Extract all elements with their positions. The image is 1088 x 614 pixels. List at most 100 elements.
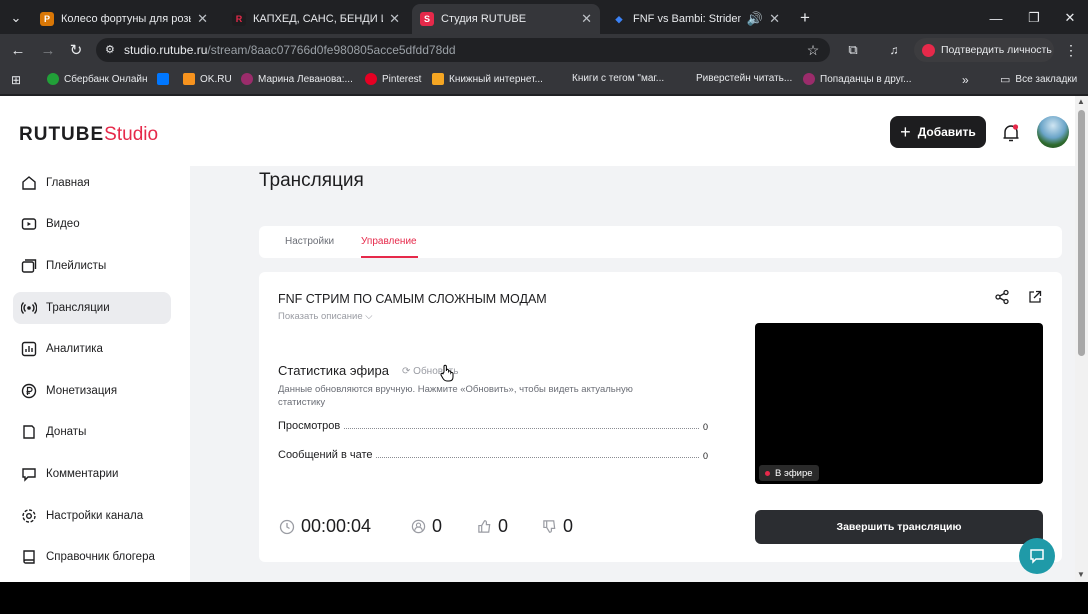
browser-tab-4[interactable]: ◆ FNF vs Bambi: Strident Crisis 🔊 ✕ — [604, 6, 788, 32]
chevron-down-icon: ⌵ — [365, 311, 373, 322]
browser-tab-2[interactable]: R КАПХЕД, САНС, БЕНДИ И КАК ✕ — [224, 6, 408, 32]
viewer-icon — [411, 519, 426, 534]
sidebar-item-broadcasts[interactable]: Трансляции — [13, 292, 171, 324]
bookmark-item[interactable]: OK.RU — [183, 73, 232, 85]
browser-tab-1[interactable]: P Колесо фортуны для розыгры ✕ — [32, 6, 216, 32]
bookmark-favicon-icon — [241, 73, 253, 85]
sidebar-item-blogger-guide[interactable]: Справочник блогера — [13, 541, 171, 573]
folder-icon: ▭ — [1000, 74, 1011, 86]
external-link-icon[interactable] — [1027, 289, 1043, 310]
restore-button[interactable]: ❐ — [1022, 8, 1046, 28]
bookmark-item[interactable]: Pinterest — [365, 73, 421, 85]
likes-count: 0 — [477, 516, 508, 537]
bookmark-item[interactable]: Попаданцы в друг... — [803, 73, 911, 85]
sidebar-item-analytics[interactable]: Аналитика — [13, 333, 171, 365]
bookmark-item[interactable]: Книги с тегом "маг... — [572, 73, 664, 84]
tab-favicon-icon: R — [232, 12, 246, 26]
sidebar-item-label: Настройки канала — [46, 510, 144, 522]
sidebar-item-video[interactable]: Видео — [13, 208, 171, 240]
more-bookmarks-icon[interactable]: » — [962, 73, 969, 87]
tab-favicon-icon: P — [40, 12, 54, 26]
dotted-leader — [376, 457, 699, 458]
show-description-link[interactable]: Показать описание ⌵ — [278, 311, 372, 322]
scrollbar-thumb[interactable] — [1078, 110, 1085, 356]
bookmark-item[interactable]: Сбербанк Онлайн — [47, 73, 148, 85]
forward-icon[interactable]: → — [38, 40, 58, 60]
sidebar-item-channel-settings[interactable]: Настройки канала — [13, 500, 171, 532]
vk-icon — [157, 73, 169, 85]
all-bookmarks[interactable]: ▭ Все закладки — [1000, 73, 1077, 86]
book-icon — [20, 548, 38, 566]
stat-value: 0 — [702, 451, 708, 461]
sidebar-item-playlists[interactable]: Плейлисты — [13, 250, 171, 282]
stats-title: Статистика эфира — [278, 363, 389, 378]
sidebar: RUTUBEStudio Главная Видео Плейлисты Тра… — [0, 96, 190, 582]
sidebar-item-monetization[interactable]: Монетизация — [13, 375, 171, 407]
bookmark-item[interactable]: Риверстейн читать... — [696, 73, 792, 84]
timer-value: 00:00:04 — [301, 516, 372, 536]
add-button[interactable]: + Добавить — [890, 116, 986, 148]
sidebar-item-donations[interactable]: Донаты — [13, 416, 171, 448]
site-info-icon[interactable]: ⚙ — [105, 43, 115, 56]
sidebar-item-label: Справочник блогера — [46, 551, 155, 563]
extensions-icon[interactable]: ⧉ — [843, 40, 863, 60]
comments-icon — [20, 465, 38, 483]
sidebar-item-label: Плейлисты — [46, 260, 107, 272]
reload-icon[interactable]: ↻ — [66, 40, 86, 60]
apps-icon[interactable]: ⊞ — [8, 72, 24, 88]
share-icon[interactable] — [994, 289, 1010, 310]
bookmark-item[interactable]: Марина Леванова:... — [241, 73, 353, 85]
close-icon[interactable]: ✕ — [581, 11, 592, 27]
media-icon[interactable]: ♫ — [884, 40, 904, 60]
tab-management[interactable]: Управление — [361, 236, 417, 247]
speaker-icon[interactable]: 🔊 — [747, 11, 763, 27]
sidebar-item-label: Трансляции — [46, 302, 110, 314]
broadcast-icon — [20, 299, 38, 317]
support-chat-button[interactable] — [1019, 538, 1055, 574]
browser-tab-active[interactable]: S Студия RUTUBE ✕ — [412, 4, 600, 34]
analytics-icon — [20, 340, 38, 358]
page-scrollbar[interactable]: ▲ ▼ — [1075, 96, 1088, 582]
scroll-down-icon[interactable]: ▼ — [1077, 570, 1085, 579]
rutube-studio-logo[interactable]: RUTUBEStudio — [19, 124, 158, 146]
scroll-up-icon[interactable]: ▲ — [1077, 97, 1085, 106]
close-window-button[interactable]: ✕ — [1058, 8, 1082, 28]
verify-identity-button[interactable]: Подтвердить личность — [914, 38, 1054, 62]
notifications-bell-icon[interactable] — [1000, 122, 1022, 144]
tab-title: КАПХЕД, САНС, БЕНДИ И КАК — [253, 13, 383, 25]
stat-label: Просмотров — [278, 420, 341, 432]
stat-label: Сообщений в чате — [278, 449, 373, 461]
dotted-leader — [344, 428, 699, 429]
minimize-button[interactable]: — — [984, 8, 1008, 28]
live-badge: В эфире — [759, 465, 819, 481]
bookmark-favicon-icon — [47, 73, 59, 85]
refresh-icon: ⟳ — [402, 366, 411, 377]
sidebar-item-label: Главная — [46, 177, 90, 189]
tab-settings[interactable]: Настройки — [285, 236, 334, 247]
sidebar-item-label: Комментарии — [46, 468, 119, 480]
close-icon[interactable]: ✕ — [769, 11, 780, 27]
close-icon[interactable]: ✕ — [389, 11, 400, 27]
bookmark-item[interactable]: Книжный интернет... — [432, 73, 543, 85]
sidebar-item-home[interactable]: Главная — [13, 167, 171, 199]
star-icon[interactable]: ☆ — [803, 40, 823, 60]
back-icon[interactable]: ← — [8, 40, 28, 60]
sidebar-item-label: Донаты — [46, 426, 87, 438]
live-dot-icon — [765, 470, 770, 476]
stream-preview-player[interactable]: В эфире — [755, 323, 1043, 484]
plus-icon: + — [900, 121, 911, 142]
tab-search-icon[interactable]: ⌄ — [6, 8, 26, 28]
close-icon[interactable]: ✕ — [197, 11, 208, 27]
avatar[interactable] — [1037, 116, 1069, 148]
url-field[interactable]: ⚙ studio.rutube.ru/stream/8aac07766d0fe9… — [96, 38, 830, 62]
sidebar-item-comments[interactable]: Комментарии — [13, 458, 171, 490]
end-stream-button[interactable]: Завершить трансляцию — [755, 510, 1043, 544]
new-tab-button[interactable]: + — [795, 8, 815, 28]
chat-help-icon — [1030, 549, 1044, 564]
menu-icon[interactable]: ⋮ — [1062, 40, 1080, 60]
stat-value: 0 — [702, 422, 708, 432]
clock-icon — [279, 519, 295, 534]
screen-bottom-bar — [0, 582, 1088, 614]
stat-row-chat-messages: Сообщений в чате 0 — [278, 447, 708, 461]
bookmark-item[interactable] — [157, 73, 174, 85]
